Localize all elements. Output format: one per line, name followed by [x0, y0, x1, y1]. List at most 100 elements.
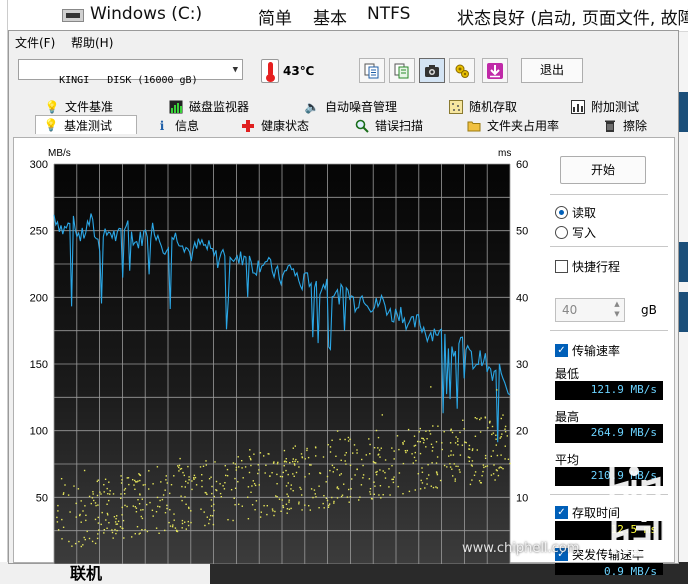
access-time-point — [443, 431, 445, 433]
access-time-point — [224, 482, 226, 484]
tab-benchmark[interactable]: 💡 基准测试 — [35, 115, 137, 134]
access-time-point — [191, 480, 193, 482]
tab-file-benchmark[interactable]: 💡 文件基准 — [45, 97, 113, 116]
access-time-point — [166, 504, 168, 507]
access-time-point — [100, 523, 102, 526]
write-radio[interactable]: 写入 — [555, 224, 596, 241]
access-time-point — [139, 532, 141, 534]
exit-button[interactable]: 退出 — [521, 58, 583, 83]
access-time-point — [457, 465, 459, 468]
access-time-point — [344, 454, 346, 456]
tab-info[interactable]: i 信息 — [155, 116, 199, 135]
start-button[interactable]: 开始 — [560, 156, 646, 184]
access-time-point — [191, 488, 193, 491]
access-time-point — [120, 497, 122, 499]
access-time-point — [266, 513, 268, 516]
access-time-point — [450, 428, 452, 430]
tab-disk-monitor[interactable]: 磁盘监视器 — [169, 97, 249, 116]
benchmark-panel: MB/s ms 50 100 150 200 250 300 10 20 30 40 50 60 开始 读… — [13, 137, 675, 575]
access-time-point — [232, 462, 235, 464]
tab-error-scan[interactable]: 错误扫描 — [355, 116, 423, 135]
access-time-point — [349, 464, 352, 466]
menu-file[interactable]: 文件(F) — [15, 34, 55, 51]
access-time-point — [345, 452, 347, 454]
access-time-point — [181, 522, 184, 525]
access-time-point — [248, 455, 251, 458]
radio-indicator — [555, 206, 568, 219]
access-time-point — [326, 499, 329, 502]
access-time-point — [132, 479, 134, 481]
explorer-header: Windows (C:) 简单 基本 NTFS 状态良好 (启动, 页面文件, … — [0, 0, 688, 32]
access-time-point — [353, 444, 356, 446]
access-time-point — [60, 478, 63, 480]
access-time-point — [301, 509, 303, 511]
write-label: 写入 — [572, 226, 597, 240]
y2-tick-label: 30 — [516, 359, 528, 371]
access-time-point — [247, 496, 249, 498]
tab-folder-usage[interactable]: 文件夹占用率 — [467, 116, 559, 135]
options-button[interactable] — [449, 58, 475, 83]
access-time-point — [435, 441, 438, 443]
spin-up-icon[interactable]: ▲ — [611, 300, 623, 310]
access-time-point — [329, 469, 331, 472]
short-stroke-checkbox[interactable]: 快捷行程 — [555, 258, 620, 275]
access-time-point — [79, 514, 81, 517]
access-time-point — [132, 505, 134, 507]
hdtune-window: 文件(F) 帮助(H) KINGI DISK (16000 gB) ▼ 43℃ … — [8, 30, 679, 575]
access-time-point — [159, 506, 161, 508]
screenshot-button[interactable] — [419, 58, 445, 83]
tab-label: 自动噪音管理 — [325, 100, 398, 114]
access-time-point — [336, 486, 339, 488]
access-time-point — [461, 444, 464, 446]
menu-help[interactable]: 帮助(H) — [71, 34, 113, 51]
access-time-point — [171, 526, 174, 528]
access-time-point — [326, 475, 329, 478]
explorer-col-type: 简单 — [258, 9, 292, 29]
tab-random-access[interactable]: 随机存取 — [449, 97, 517, 116]
short-stroke-spinner[interactable]: 40 ▲ ▼ — [555, 298, 625, 322]
access-time-point — [180, 467, 183, 470]
save-button[interactable] — [482, 58, 508, 83]
access-time-point — [96, 494, 99, 497]
access-time-point — [266, 505, 268, 507]
access-time-point — [490, 455, 492, 457]
tab-extra-tests[interactable]: 附加测试 — [571, 97, 639, 116]
transfer-rate-checkbox[interactable]: ✓ 传输速率 — [555, 342, 620, 359]
drive-select[interactable]: KINGI DISK (16000 gB) ▼ — [18, 59, 243, 86]
access-time-point — [190, 521, 192, 524]
menubar: 文件(F) 帮助(H) — [9, 31, 678, 51]
read-label: 读取 — [572, 206, 597, 220]
copy-text-button[interactable] — [359, 58, 385, 83]
toolbar: KINGI DISK (16000 gB) ▼ 43℃ 退出 — [9, 53, 678, 89]
access-time-point — [173, 475, 175, 477]
access-time-point — [325, 481, 327, 483]
spin-down-icon[interactable]: ▼ — [611, 310, 623, 320]
file-benchmark-icon: 💡 — [44, 99, 60, 114]
access-time-point — [210, 514, 212, 517]
access-time-point — [495, 444, 497, 446]
read-radio[interactable]: 读取 — [555, 204, 596, 221]
access-time-point — [454, 478, 456, 480]
access-time-point — [97, 522, 100, 524]
access-time-point — [95, 504, 97, 507]
access-time-point — [319, 472, 322, 475]
access-time-point — [492, 432, 495, 434]
access-time-point — [300, 453, 303, 455]
access-time-point — [205, 464, 207, 466]
access-time-point — [413, 445, 415, 447]
access-time-point — [282, 505, 284, 507]
access-time-point — [502, 414, 504, 416]
access-time-point — [287, 482, 289, 484]
tab-health[interactable]: 健康状态 — [241, 116, 309, 135]
access-time-point — [376, 470, 378, 473]
tab-erase[interactable]: 擦除 — [603, 116, 647, 135]
access-time-point — [453, 463, 455, 465]
access-time-point — [117, 520, 120, 522]
access-time-point — [328, 504, 330, 507]
access-time-point — [285, 458, 287, 460]
copy-info-button[interactable] — [389, 58, 415, 83]
access-time-point — [88, 537, 91, 540]
tab-aam[interactable]: 🔈 自动噪音管理 — [305, 97, 397, 116]
chiphell-logo — [606, 462, 670, 558]
access-time-point — [230, 489, 233, 491]
